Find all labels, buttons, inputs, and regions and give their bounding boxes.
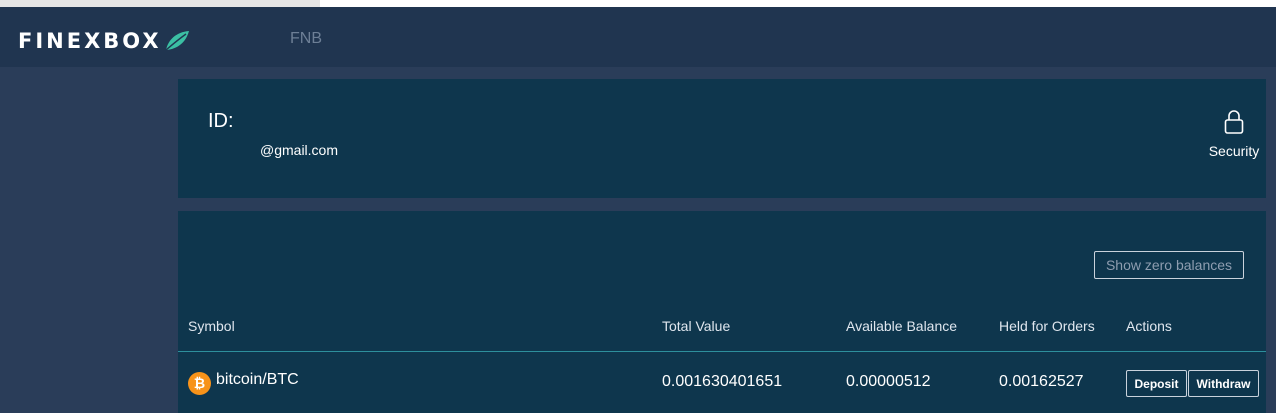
table-header-divider [178, 351, 1266, 352]
withdraw-button[interactable]: Withdraw [1188, 370, 1259, 397]
column-header-total-value: Total Value [662, 318, 731, 334]
bitcoin-icon: ₿ [188, 372, 211, 395]
row-total-value: 0.001630401651 [662, 373, 783, 390]
deposit-button[interactable]: Deposit [1126, 370, 1187, 397]
column-header-available-balance: Available Balance [846, 318, 958, 334]
nav-fnb-link[interactable]: FNB [290, 30, 322, 48]
column-header-held-for-orders: Held for Orders [999, 318, 1095, 334]
row-symbol: bitcoin/BTC [216, 371, 299, 388]
security-label: Security [1208, 143, 1260, 159]
show-zero-balances-button[interactable]: Show zero balances [1094, 251, 1244, 279]
column-header-symbol: Symbol [188, 318, 235, 334]
finexbox-logo[interactable]: FINEXBOX [18, 29, 190, 53]
leaf-icon [165, 31, 189, 51]
account-email: @gmail.com [260, 142, 339, 158]
account-id-label: ID: [208, 110, 234, 132]
lock-icon [1224, 110, 1244, 134]
profile-card: ID: @gmail.com Security [178, 79, 1266, 198]
sidebar [0, 67, 178, 413]
row-available-balance: 0.00000512 [846, 373, 931, 390]
top-header: FINEXBOX FNB [0, 7, 1276, 67]
column-header-actions: Actions [1126, 318, 1172, 334]
browser-top-strip [0, 0, 1276, 7]
logo-text: FINEXBOX [18, 29, 162, 53]
row-held-for-orders: 0.00162527 [999, 373, 1084, 390]
browser-top-strip-shade [0, 0, 320, 7]
balances-card: Show zero balances Symbol Total Value Av… [178, 211, 1266, 413]
security-link[interactable]: Security [1202, 109, 1266, 159]
